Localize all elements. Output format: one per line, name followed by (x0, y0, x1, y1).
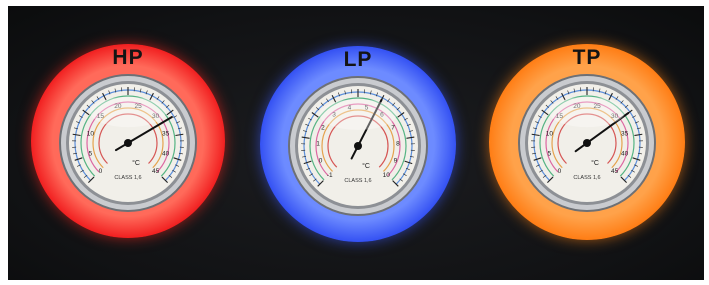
lp-dial: -101234 5678910°CCLASS 1,6 (288, 76, 428, 216)
scale-number: 10 (87, 130, 95, 137)
scale-number: 40 (621, 151, 629, 158)
gauge-panel: HP 0 5 10 15 20 25 30 35 40 45 °C CLASS 1,6 LP -1 0 1… (8, 6, 704, 280)
tp-ring-label: TP (572, 46, 602, 69)
hp-dial: 05101520 2530354045°CCLASS 1,6 (59, 74, 197, 212)
scale-number: 2 (321, 124, 325, 131)
class-text: CLASS 1,6 (114, 175, 141, 181)
scale-number: 5 (548, 151, 552, 158)
unit-text: °C (132, 159, 140, 167)
lp-ring-label: LP (343, 48, 373, 71)
scale-number: -1 (327, 172, 333, 179)
lp-gauge: LP -1 0 1 2 3 4 5 6 7 8 9 10 °C CLASS 1,6 (260, 46, 456, 242)
hp-gauge: HP 0 5 10 15 20 25 30 35 40 45 °C CLASS 1,6 (31, 44, 225, 238)
class-text: CLASS 1,6 (573, 175, 600, 181)
needle-hub (583, 139, 591, 147)
scale-number: 8 (396, 141, 400, 148)
scale-number: 10 (383, 172, 391, 179)
scale-number: 45 (611, 168, 619, 175)
glass-glare (549, 96, 625, 128)
class-text: CLASS 1,6 (344, 178, 371, 184)
scale-number: 9 (394, 157, 398, 164)
hp-ring-label: HP (112, 46, 144, 69)
scale-number: 0 (558, 168, 562, 175)
glass-glare (319, 99, 397, 130)
scale-number: 10 (546, 130, 554, 137)
scale-number: 45 (152, 168, 160, 175)
scale-number: 35 (621, 130, 629, 137)
tp-dial: 05101520 2530354045°CCLASS 1,6 (518, 74, 656, 212)
scale-number: 0 (99, 168, 103, 175)
unit-text: °C (362, 162, 370, 170)
scale-number: 1 (316, 141, 320, 148)
scale-number: 40 (162, 151, 170, 158)
glass-glare (90, 96, 166, 128)
scale-number: 5 (89, 151, 93, 158)
needle-hub (124, 139, 132, 147)
tp-gauge: TP 0 5 10 15 20 25 30 35 40 45 °C CLASS 1,6 (489, 44, 685, 240)
scale-number: 7 (391, 124, 395, 131)
scale-number: 35 (162, 130, 170, 137)
needle-hub (354, 142, 362, 150)
unit-text: °C (591, 159, 599, 167)
scale-number: 0 (319, 157, 323, 164)
